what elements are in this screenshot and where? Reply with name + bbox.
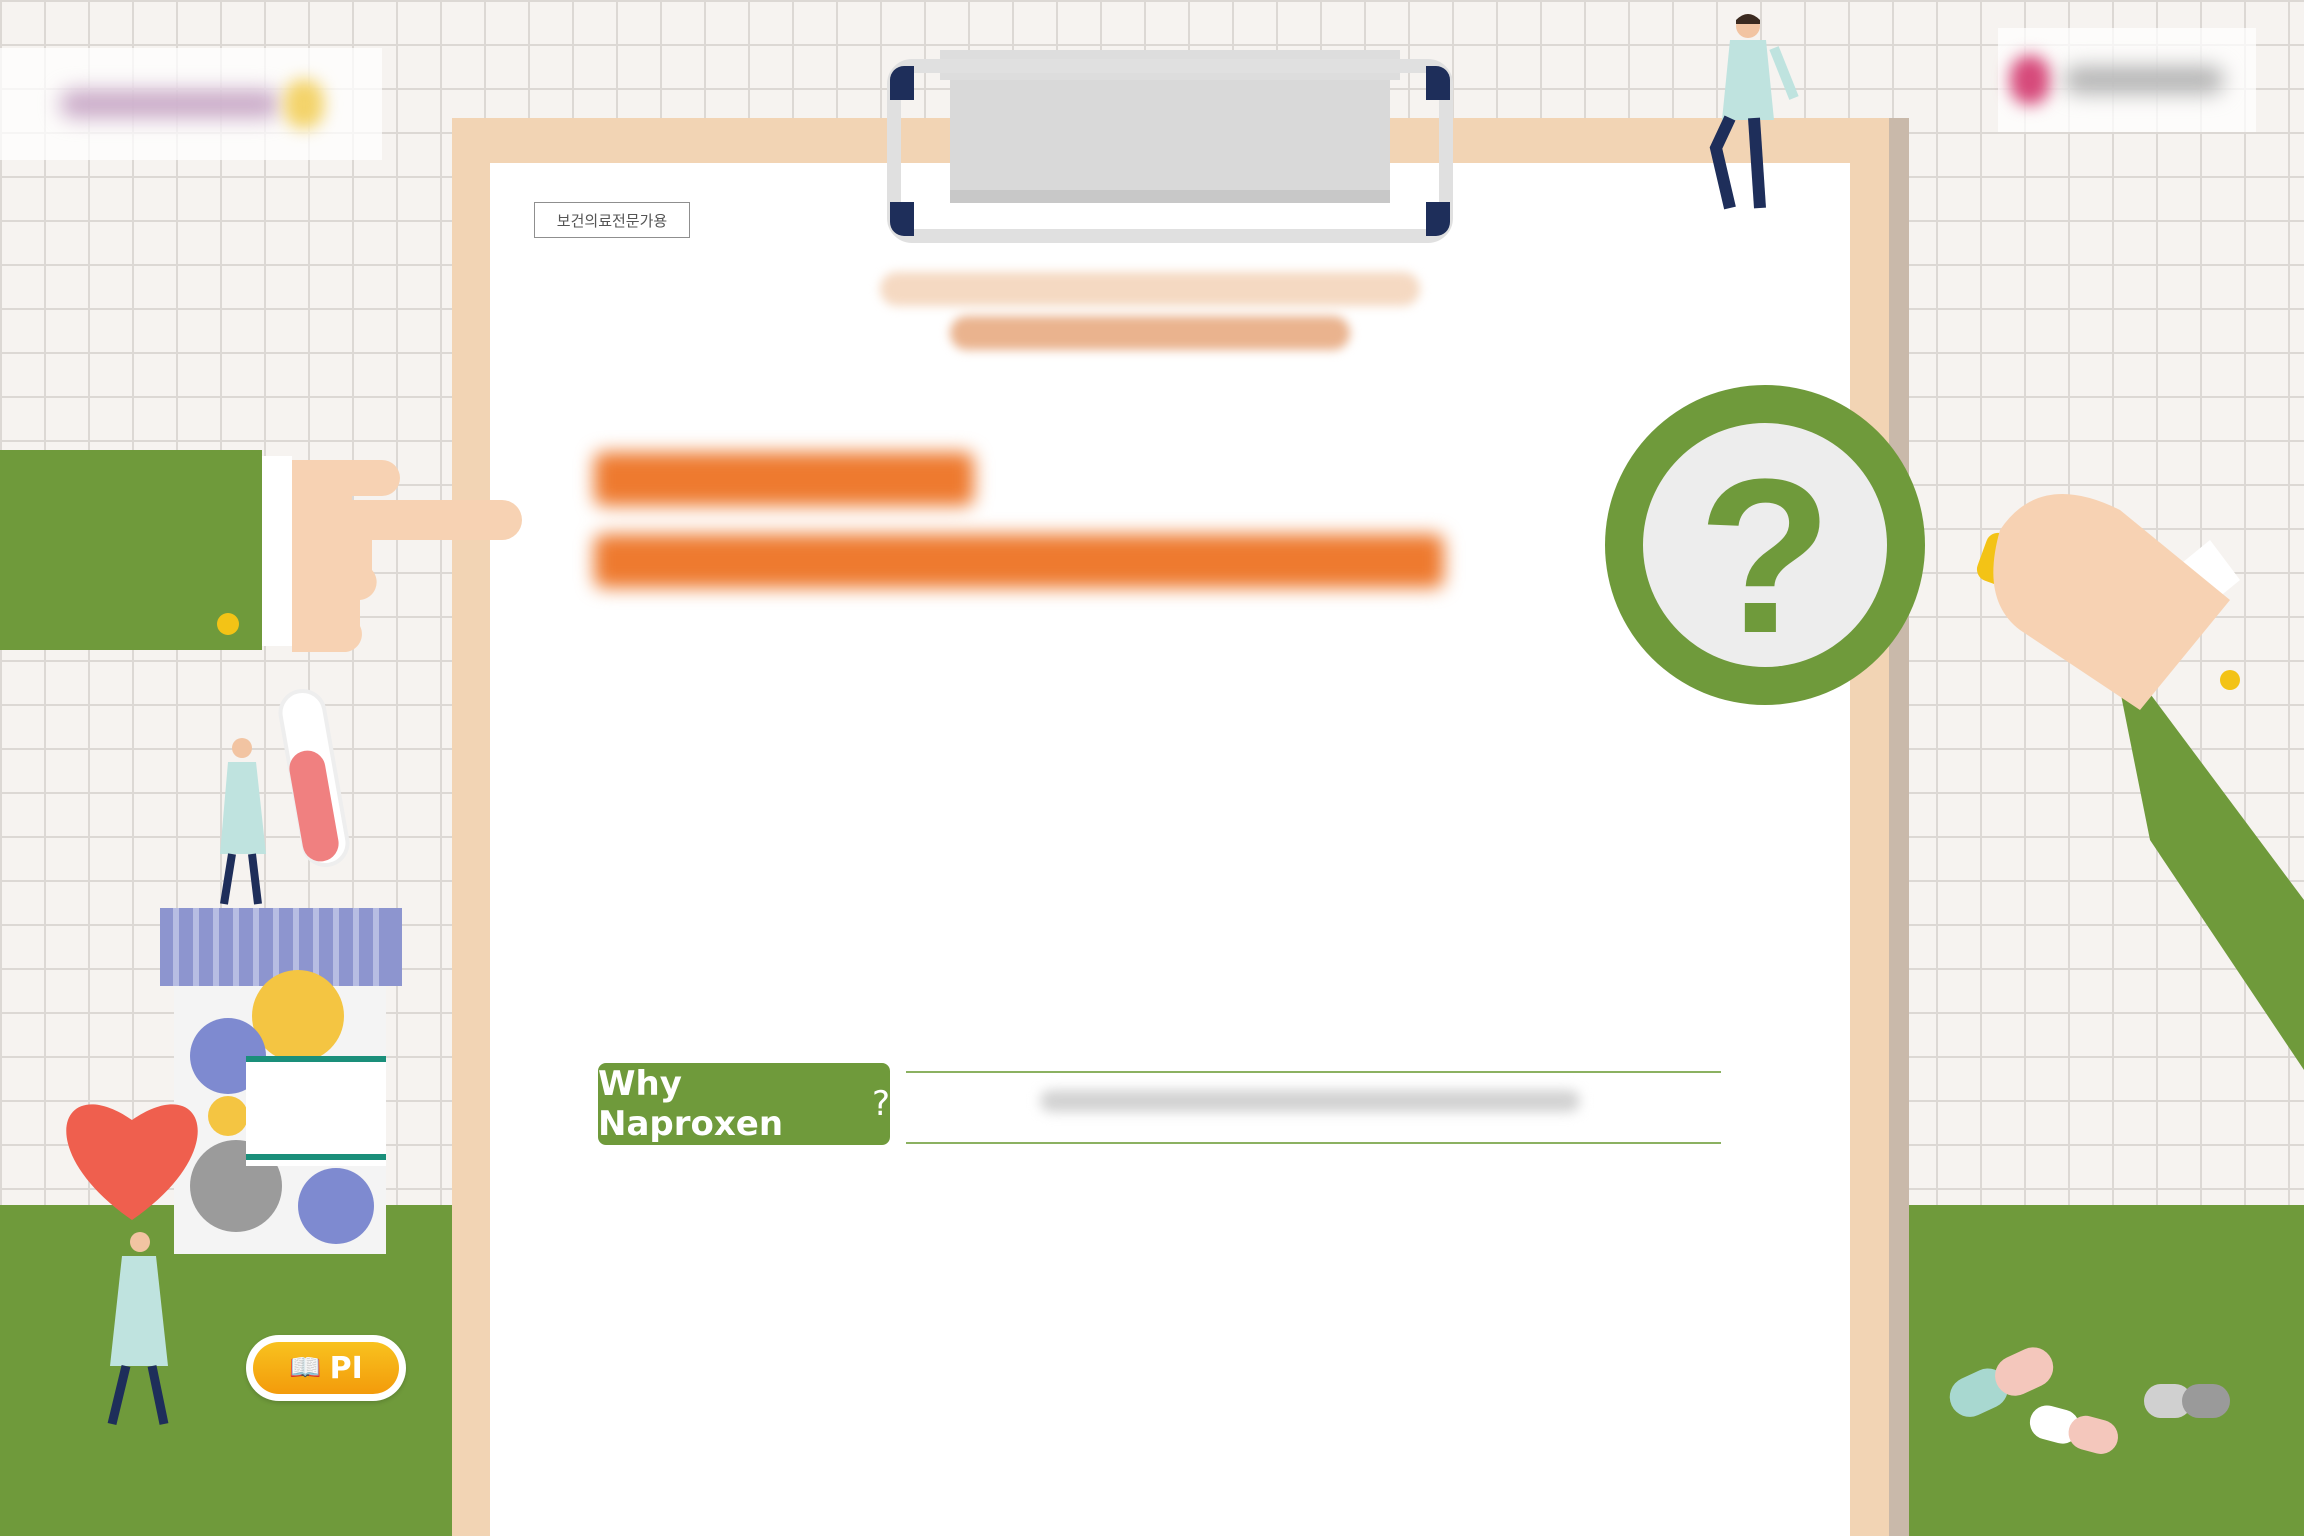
audience-badge: 보건의료전문가용 <box>534 202 690 238</box>
divider-bottom <box>906 1142 1721 1144</box>
doctor-heart-icon <box>66 1104 198 1426</box>
doctor-figure-icon <box>1709 14 1799 210</box>
pi-button[interactable]: 📖 PI <box>246 1335 406 1401</box>
why-naproxen-question-mark: ? <box>871 1084 890 1124</box>
blurred-headline <box>594 452 1494 588</box>
pointing-hand-icon <box>0 450 522 652</box>
logo-blurred-text <box>60 90 280 118</box>
brand-logo-right[interactable] <box>1998 28 2256 132</box>
book-icon: 📖 <box>289 1353 322 1383</box>
blurred-section-subtitle <box>1000 1090 1620 1112</box>
svg-text:?: ? <box>1698 433 1832 679</box>
capsules-icon <box>1949 1347 2230 1454</box>
brand-logo-left[interactable] <box>0 48 382 160</box>
logo-blurred-mark <box>2010 55 2050 105</box>
clipboard-clip-icon <box>887 50 1453 243</box>
blurred-subtitle <box>880 272 1420 350</box>
doctor-test-tube-icon <box>220 689 350 905</box>
logo-blurred-text <box>2064 66 2224 94</box>
pi-button-label: PI <box>329 1350 363 1386</box>
magnifier-hand-icon: ? <box>1605 385 2304 1070</box>
why-naproxen-text: Why Naproxen <box>598 1064 784 1144</box>
pi-button-inner: 📖 PI <box>253 1342 399 1394</box>
logo-blurred-mark <box>284 79 324 129</box>
divider-top <box>906 1071 1721 1073</box>
why-naproxen-tag: Why Naproxen? <box>598 1063 890 1145</box>
page-background: 보건의료전문가용 ? Why Naproxen ? 📖 PI <box>0 0 2304 1536</box>
